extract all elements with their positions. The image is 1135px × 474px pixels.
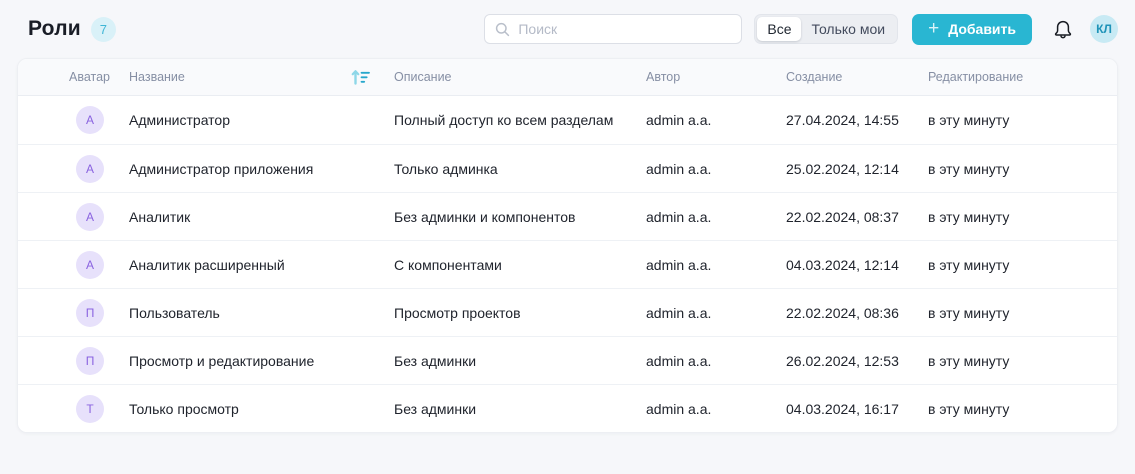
column-header-edited: Редактирование xyxy=(928,70,1024,84)
table-header-row: Аватар Название Описание Автор Создание … xyxy=(18,59,1117,96)
role-created: 27.04.2024, 14:55 xyxy=(786,112,899,128)
count-badge: 7 xyxy=(90,16,116,42)
role-author: admin a.a. xyxy=(646,352,712,369)
role-avatar-cell: П xyxy=(18,346,129,375)
role-edited: в эту минуту xyxy=(928,256,1010,273)
role-name: Администратор xyxy=(129,112,231,128)
role-created: 25.02.2024, 12:14 xyxy=(786,160,899,177)
role-description: Без админки xyxy=(394,400,477,417)
table-row[interactable]: П Просмотр и редактирование Без админки … xyxy=(18,336,1117,384)
user-avatar[interactable]: КЛ xyxy=(1090,15,1118,43)
role-author: admin a.a. xyxy=(646,208,712,225)
role-description: Полный доступ ко всем разделам xyxy=(394,112,614,128)
role-name: Просмотр и редактирование xyxy=(129,352,315,369)
topbar-actions: Все Только мои + Добавить КЛ xyxy=(484,13,1118,45)
role-description: С компонентами xyxy=(394,256,502,273)
table-row[interactable]: А Администратор Полный доступ ко всем ра… xyxy=(18,96,1117,144)
column-header-author: Автор xyxy=(646,70,681,84)
role-avatar: А xyxy=(76,106,104,134)
role-created: 04.03.2024, 16:17 xyxy=(786,400,899,417)
role-name: Только просмотр xyxy=(129,400,239,417)
role-author: admin a.a. xyxy=(646,304,712,321)
role-description: Без админки и компонентов xyxy=(394,208,576,225)
role-description: Просмотр проектов xyxy=(394,304,521,321)
plus-icon: + xyxy=(928,17,940,39)
role-created: 22.02.2024, 08:36 xyxy=(786,304,899,321)
role-name: Администратор приложения xyxy=(129,160,314,177)
role-author: admin a.a. xyxy=(646,400,712,417)
role-author: admin a.a. xyxy=(646,256,712,273)
column-header-description: Описание xyxy=(394,70,452,84)
role-avatar-cell: А xyxy=(18,106,129,134)
role-avatar-cell: П xyxy=(18,298,129,327)
table-row[interactable]: А Аналитик расширенный С компонентами ad… xyxy=(18,240,1117,288)
roles-table: Аватар Название Описание Автор Создание … xyxy=(17,58,1118,433)
role-created: 26.02.2024, 12:53 xyxy=(786,352,899,369)
column-header-avatar: Аватар xyxy=(69,70,111,84)
search-icon xyxy=(496,22,510,36)
role-avatar: П xyxy=(76,298,104,327)
role-avatar-cell: А xyxy=(18,154,129,183)
role-edited: в эту минуту xyxy=(928,112,1010,128)
table-row[interactable]: П Пользователь Просмотр проектов admin a… xyxy=(18,288,1117,336)
role-name: Аналитик расширенный xyxy=(129,256,285,273)
role-edited: в эту минуту xyxy=(928,160,1010,177)
search-box[interactable] xyxy=(484,14,743,44)
page-title: Роли xyxy=(28,17,81,40)
role-avatar: А xyxy=(76,154,104,183)
role-edited: в эту минуту xyxy=(928,352,1010,369)
role-author: admin a.a. xyxy=(646,112,712,128)
role-avatar-cell: Т xyxy=(18,394,129,423)
top-bar: Роли 7 Все Только мои + Добавить КЛ xyxy=(0,0,1135,58)
table-row[interactable]: А Администратор приложения Только админк… xyxy=(18,144,1117,192)
role-avatar: А xyxy=(76,202,104,231)
filter-option-all[interactable]: Все xyxy=(757,17,802,41)
role-description: Без админки xyxy=(394,352,477,369)
table-row[interactable]: А Аналитик Без админки и компонентов adm… xyxy=(18,192,1117,240)
role-created: 04.03.2024, 12:14 xyxy=(786,256,899,273)
role-created: 22.02.2024, 08:37 xyxy=(786,208,899,225)
role-name: Пользователь xyxy=(129,304,220,321)
notifications-button[interactable] xyxy=(1049,15,1077,43)
filter-toggle: Все Только мои xyxy=(754,14,899,44)
role-avatar: А xyxy=(76,250,104,279)
role-edited: в эту минуту xyxy=(928,304,1010,321)
column-header-name-label: Название xyxy=(129,70,185,84)
table-body: А Администратор Полный доступ ко всем ра… xyxy=(18,96,1117,432)
role-edited: в эту минуту xyxy=(928,400,1010,417)
column-header-created: Создание xyxy=(786,70,843,84)
role-name: Аналитик xyxy=(129,208,191,225)
filter-option-mine[interactable]: Только мои xyxy=(801,17,895,41)
table-row[interactable]: Т Только просмотр Без админки admin a.a.… xyxy=(18,384,1117,432)
role-edited: в эту минуту xyxy=(928,208,1010,225)
role-avatar: П xyxy=(76,346,104,375)
column-header-name: Название xyxy=(129,69,394,86)
role-avatar-cell: А xyxy=(18,202,129,231)
role-author: admin a.a. xyxy=(646,160,712,177)
role-description: Только админка xyxy=(394,160,498,177)
role-avatar-cell: А xyxy=(18,250,129,279)
search-input[interactable] xyxy=(518,21,732,37)
add-button-label: Добавить xyxy=(948,21,1016,37)
sort-ascending-icon[interactable] xyxy=(351,69,370,86)
add-button[interactable]: + Добавить xyxy=(912,13,1032,45)
role-avatar: Т xyxy=(76,394,104,423)
bell-icon xyxy=(1054,20,1072,38)
